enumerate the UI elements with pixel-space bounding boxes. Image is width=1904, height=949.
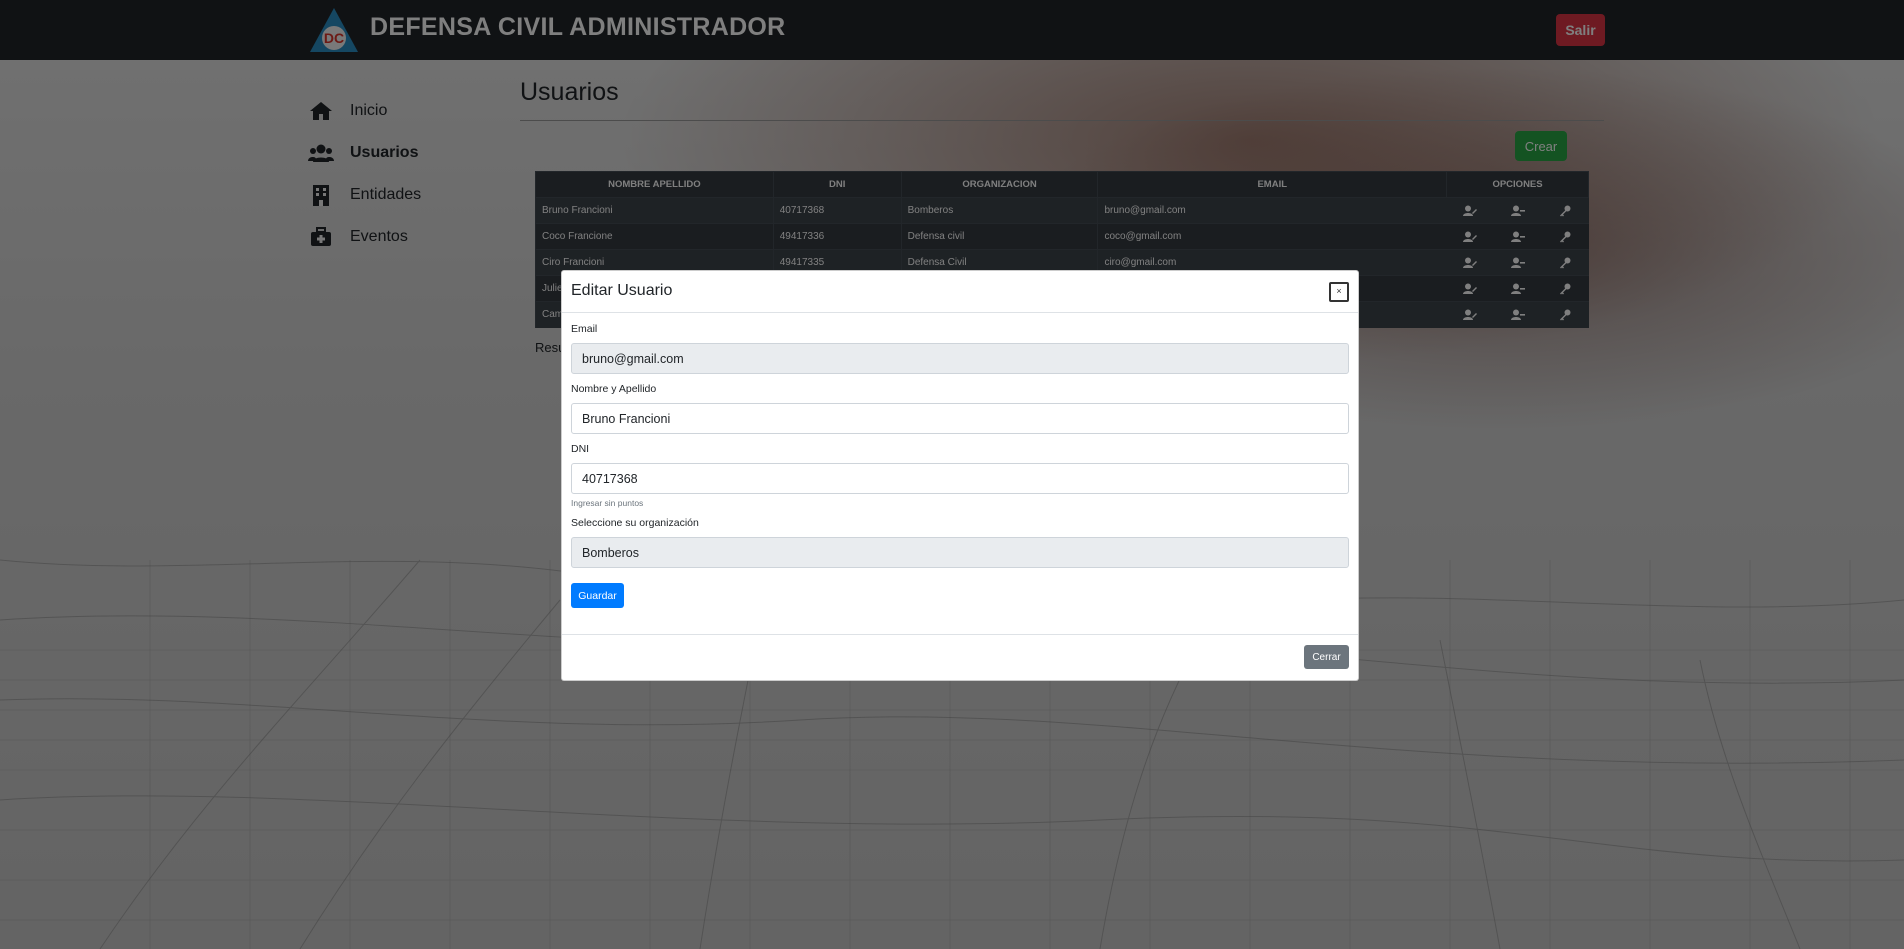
modal-body: Email Nombre y Apellido DNI Ingresar sin…: [562, 313, 1358, 608]
dni-group: DNI Ingresar sin puntos: [571, 443, 1349, 508]
email-field[interactable]: [571, 343, 1349, 374]
edit-user-modal: Editar Usuario × Email Nombre y Apellido…: [561, 270, 1359, 681]
modal-title: Editar Usuario: [571, 282, 673, 299]
save-button[interactable]: Guardar: [571, 583, 624, 608]
modal-footer: Cerrar: [562, 634, 1358, 680]
org-label: Seleccione su organización: [571, 517, 699, 529]
name-group: Nombre y Apellido: [571, 383, 1349, 434]
name-field[interactable]: [571, 403, 1349, 434]
modal-close-button[interactable]: ×: [1329, 282, 1349, 302]
organization-field[interactable]: [571, 537, 1349, 568]
org-group: Seleccione su organización: [571, 517, 1349, 568]
name-label: Nombre y Apellido: [571, 383, 657, 395]
modal-header: Editar Usuario ×: [562, 271, 1358, 313]
dni-label: DNI: [571, 443, 590, 455]
dni-help-text: Ingresar sin puntos: [571, 498, 644, 508]
email-group: Email: [571, 323, 1349, 374]
email-label: Email: [571, 323, 598, 335]
close-button[interactable]: Cerrar: [1304, 645, 1349, 669]
dni-field[interactable]: [571, 463, 1349, 494]
